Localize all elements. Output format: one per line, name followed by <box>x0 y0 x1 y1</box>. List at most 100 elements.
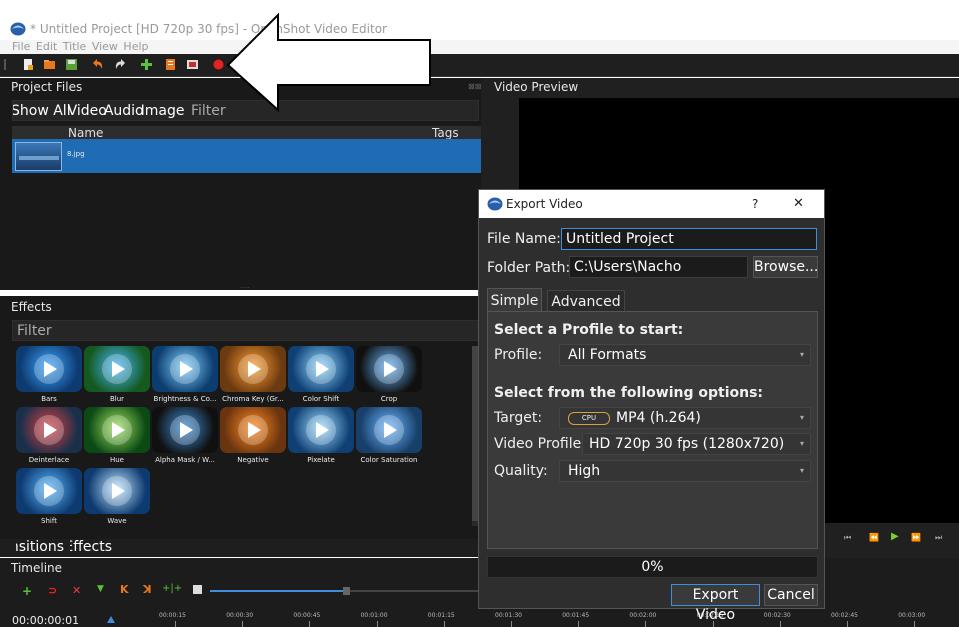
center-playhead-icon[interactable]: +|+ <box>162 583 182 594</box>
add-marker-icon[interactable]: ▼ <box>97 584 104 594</box>
main-toolbar <box>0 54 959 77</box>
effect-thumbnail <box>16 346 82 392</box>
dock-float-icon[interactable]: ⊠⊠ <box>468 82 481 91</box>
close-button[interactable]: ✕ <box>793 190 804 218</box>
next-marker-icon[interactable]: ꓘ <box>143 583 152 596</box>
app-window: * Untitled Project [HD 720p 30 fps] - Op… <box>0 0 959 627</box>
export-video-button[interactable]: Export Video <box>671 584 760 623</box>
video-profile-value: HD 720p 30 fps (1280x720) <box>589 436 785 452</box>
rewind-icon[interactable]: ⏪ <box>869 533 879 542</box>
fast-forward-icon[interactable]: ⏩ <box>911 533 921 542</box>
effect-item[interactable]: Color Shift <box>288 346 354 408</box>
effect-item[interactable]: Crop <box>356 346 422 408</box>
effect-item[interactable]: Brightness & Co... <box>152 346 218 408</box>
timeline-tick-mark <box>309 621 311 627</box>
effect-item[interactable]: Color Saturation <box>356 407 422 469</box>
cpu-badge: CPU <box>568 412 610 425</box>
add-track-icon[interactable]: + <box>22 584 32 598</box>
fullscreen-icon[interactable] <box>187 59 198 70</box>
effect-item[interactable]: Blur <box>84 346 150 408</box>
column-tags[interactable]: Tags <box>432 126 459 140</box>
export-record-icon[interactable] <box>213 59 224 70</box>
tab-simple[interactable]: Simple <box>487 288 542 312</box>
jump-start-icon[interactable]: ⏮ <box>844 533 851 543</box>
timeline-tick-mark <box>242 621 244 627</box>
menu-view[interactable]: View <box>92 40 118 53</box>
timeline-tick-mark <box>847 621 848 627</box>
effect-thumbnail <box>356 346 422 392</box>
effect-item[interactable]: Negative <box>220 407 286 469</box>
browse-button[interactable]: Browse... <box>753 256 818 278</box>
profile-icon[interactable] <box>165 59 176 70</box>
menu-edit[interactable]: Edit <box>36 40 57 53</box>
tab-transitions[interactable]: Transitions <box>16 539 64 555</box>
menu-file[interactable]: File <box>12 40 30 53</box>
file-name: 8.jpg <box>67 150 85 158</box>
effects-title: Effects <box>11 300 52 314</box>
razor-icon[interactable]: ✕ <box>72 584 81 597</box>
effect-item[interactable]: Chroma Key (Gr... <box>220 346 286 408</box>
column-name[interactable]: Name <box>68 126 103 140</box>
effect-label: Color Shift <box>302 395 340 403</box>
zoom-slider-track[interactable] <box>210 590 346 592</box>
filter-video[interactable]: Video <box>68 103 107 119</box>
filter-audio[interactable]: Audio <box>104 103 144 119</box>
effect-item[interactable]: Pixelate <box>288 407 354 469</box>
zoom-slider-handle[interactable] <box>343 587 350 595</box>
folder-path-input[interactable]: C:\Users\Nacho <box>569 256 748 278</box>
snap-icon[interactable]: ⊃ <box>48 584 57 597</box>
profile-select[interactable]: All Formats ▾ <box>559 344 811 366</box>
effect-label: Crop <box>380 395 398 403</box>
undo-icon[interactable] <box>92 59 103 70</box>
effects-panel: Effects Filter Bars Blur Brightness & Co..… <box>0 296 481 539</box>
toolbar-grip <box>4 59 6 70</box>
effects-filter-input[interactable]: Filter <box>12 320 479 341</box>
tab-advanced[interactable]: Advanced <box>547 290 625 312</box>
timeline-tick-label: 00:02:30 <box>763 612 791 619</box>
playhead-icon[interactable] <box>107 616 115 623</box>
menu-title[interactable]: Title <box>63 40 87 53</box>
effect-thumbnail <box>288 407 354 453</box>
timeline-tick-label: 00:02:45 <box>831 612 858 619</box>
target-value: MP4 (h.264) <box>616 410 701 426</box>
bottom-tabs: Transitions Effects <box>0 539 481 557</box>
file-row[interactable]: 8.jpg <box>12 139 481 173</box>
dialog-logo-icon <box>487 197 503 211</box>
new-project-icon[interactable] <box>23 59 34 70</box>
help-button[interactable]: ? <box>752 190 758 218</box>
video-preview-title: Video Preview <box>494 80 579 94</box>
quality-select[interactable]: High ▾ <box>559 460 811 482</box>
profile-value: All Formats <box>568 347 647 363</box>
effect-item[interactable]: Alpha Mask / W... <box>152 407 218 469</box>
effect-item[interactable]: Shift <box>16 468 82 530</box>
options-heading: Select from the following options: <box>494 385 764 401</box>
timeline-title: Timeline <box>11 561 63 575</box>
effect-thumbnail <box>220 407 286 453</box>
effect-item[interactable]: Deinterlace <box>16 407 82 469</box>
open-project-icon[interactable] <box>44 59 55 70</box>
project-files-filter-input[interactable]: Filter <box>191 103 226 119</box>
effect-item[interactable]: Wave <box>84 468 150 530</box>
effect-item[interactable]: Bars <box>16 346 82 408</box>
jump-end-icon[interactable]: ⏭ <box>935 533 942 543</box>
file-name-input[interactable]: Untitled Project <box>561 228 817 250</box>
save-project-icon[interactable] <box>66 59 77 70</box>
effect-item[interactable]: Hue <box>84 407 150 469</box>
effect-thumbnail <box>356 407 422 453</box>
tab-effects[interactable]: Effects <box>70 539 112 555</box>
timeline-tick-label: 00:03:00 <box>898 612 926 619</box>
import-files-icon[interactable] <box>141 59 152 70</box>
effect-label: Hue <box>109 456 124 464</box>
cancel-button[interactable]: Cancel <box>764 584 818 606</box>
filter-show-all[interactable]: Show All <box>13 103 71 119</box>
splitter-handle[interactable]: ····· <box>240 286 256 292</box>
target-select[interactable]: CPU MP4 (h.264) ▾ <box>559 407 811 429</box>
redo-icon[interactable] <box>115 59 126 70</box>
previous-marker-icon[interactable]: K <box>120 583 129 596</box>
menu-help[interactable]: Help <box>123 40 148 53</box>
filter-image[interactable]: Image <box>141 103 185 119</box>
play-icon[interactable]: ▶ <box>891 531 899 542</box>
video-profile-select[interactable]: HD 720p 30 fps (1280x720) ▾ <box>582 433 811 455</box>
effect-label: Negative <box>237 456 269 464</box>
timeline-tick-label: 00:00:30 <box>226 612 254 619</box>
